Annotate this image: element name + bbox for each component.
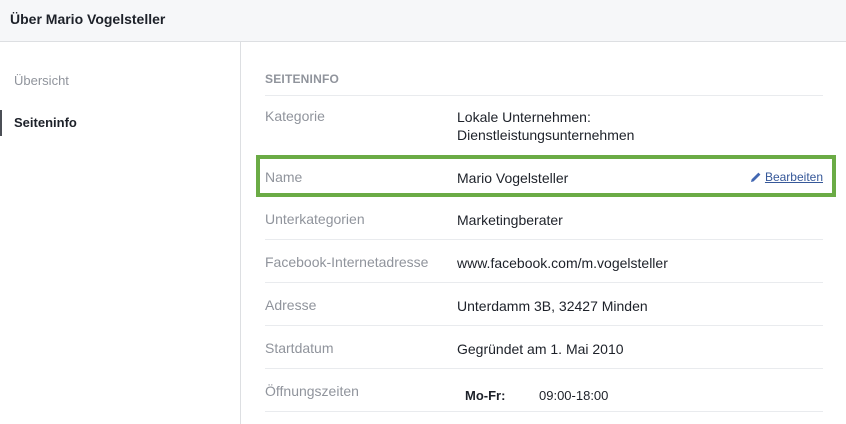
info-row-start-date: Startdatum Gegründet am 1. Mai 2010 [265, 340, 823, 360]
row-value: www.facebook.com/m.vogelsteller [457, 255, 668, 271]
row-value: Gegründet am 1. Mai 2010 [457, 341, 624, 357]
divider [265, 368, 823, 369]
divider [265, 282, 823, 283]
name-row-highlight [256, 155, 836, 197]
row-value: Lokale Unternehmen: Dienstleistungsunter… [457, 108, 634, 144]
info-row-facebook-url: Facebook-Internetadresse www.facebook.co… [265, 254, 823, 274]
page-info-panel: SEITENINFO Kategorie Lokale Unternehmen:… [265, 42, 823, 424]
row-label: Adresse [265, 297, 317, 313]
sidebar-item-seiteninfo[interactable]: Seiteninfo [0, 110, 240, 136]
row-label: Unterkategorien [265, 211, 365, 227]
row-label: Kategorie [265, 108, 325, 124]
page-title: Über Mario Vogelsteller [10, 11, 166, 27]
section-title: SEITENINFO [265, 72, 340, 86]
info-row-opening-hours: Öffnungszeiten Mo-Fr: 09:00-18:00 [265, 383, 823, 409]
page-header: Über Mario Vogelsteller [0, 0, 846, 42]
row-label: Facebook-Internetadresse [265, 254, 429, 270]
hours-days: Mo-Fr: [465, 388, 506, 403]
divider [265, 411, 823, 412]
sidebar-item-label: Seiteninfo [14, 115, 77, 130]
info-row-subcategories: Unterkategorien Marketingberater [265, 211, 823, 231]
row-value-line: Dienstleistungsunternehmen [457, 127, 635, 143]
divider [265, 95, 823, 96]
info-row-address: Adresse Unterdamm 3B, 32427 Minden [265, 297, 823, 317]
row-value-line: Lokale Unternehmen: [457, 109, 591, 125]
hours-time: 09:00-18:00 [539, 388, 609, 403]
divider [265, 239, 823, 240]
sidebar-item-uebersicht[interactable]: Übersicht [0, 68, 240, 94]
row-label: Startdatum [265, 340, 334, 356]
sidebar: Übersicht Seiteninfo [0, 42, 241, 424]
row-value: Marketingberater [457, 212, 563, 228]
row-label: Öffnungszeiten [265, 383, 359, 399]
sidebar-item-label: Übersicht [14, 73, 69, 88]
divider [265, 325, 823, 326]
row-value: Unterdamm 3B, 32427 Minden [457, 298, 648, 314]
info-row-category: Kategorie Lokale Unternehmen: Dienstleis… [265, 108, 823, 148]
